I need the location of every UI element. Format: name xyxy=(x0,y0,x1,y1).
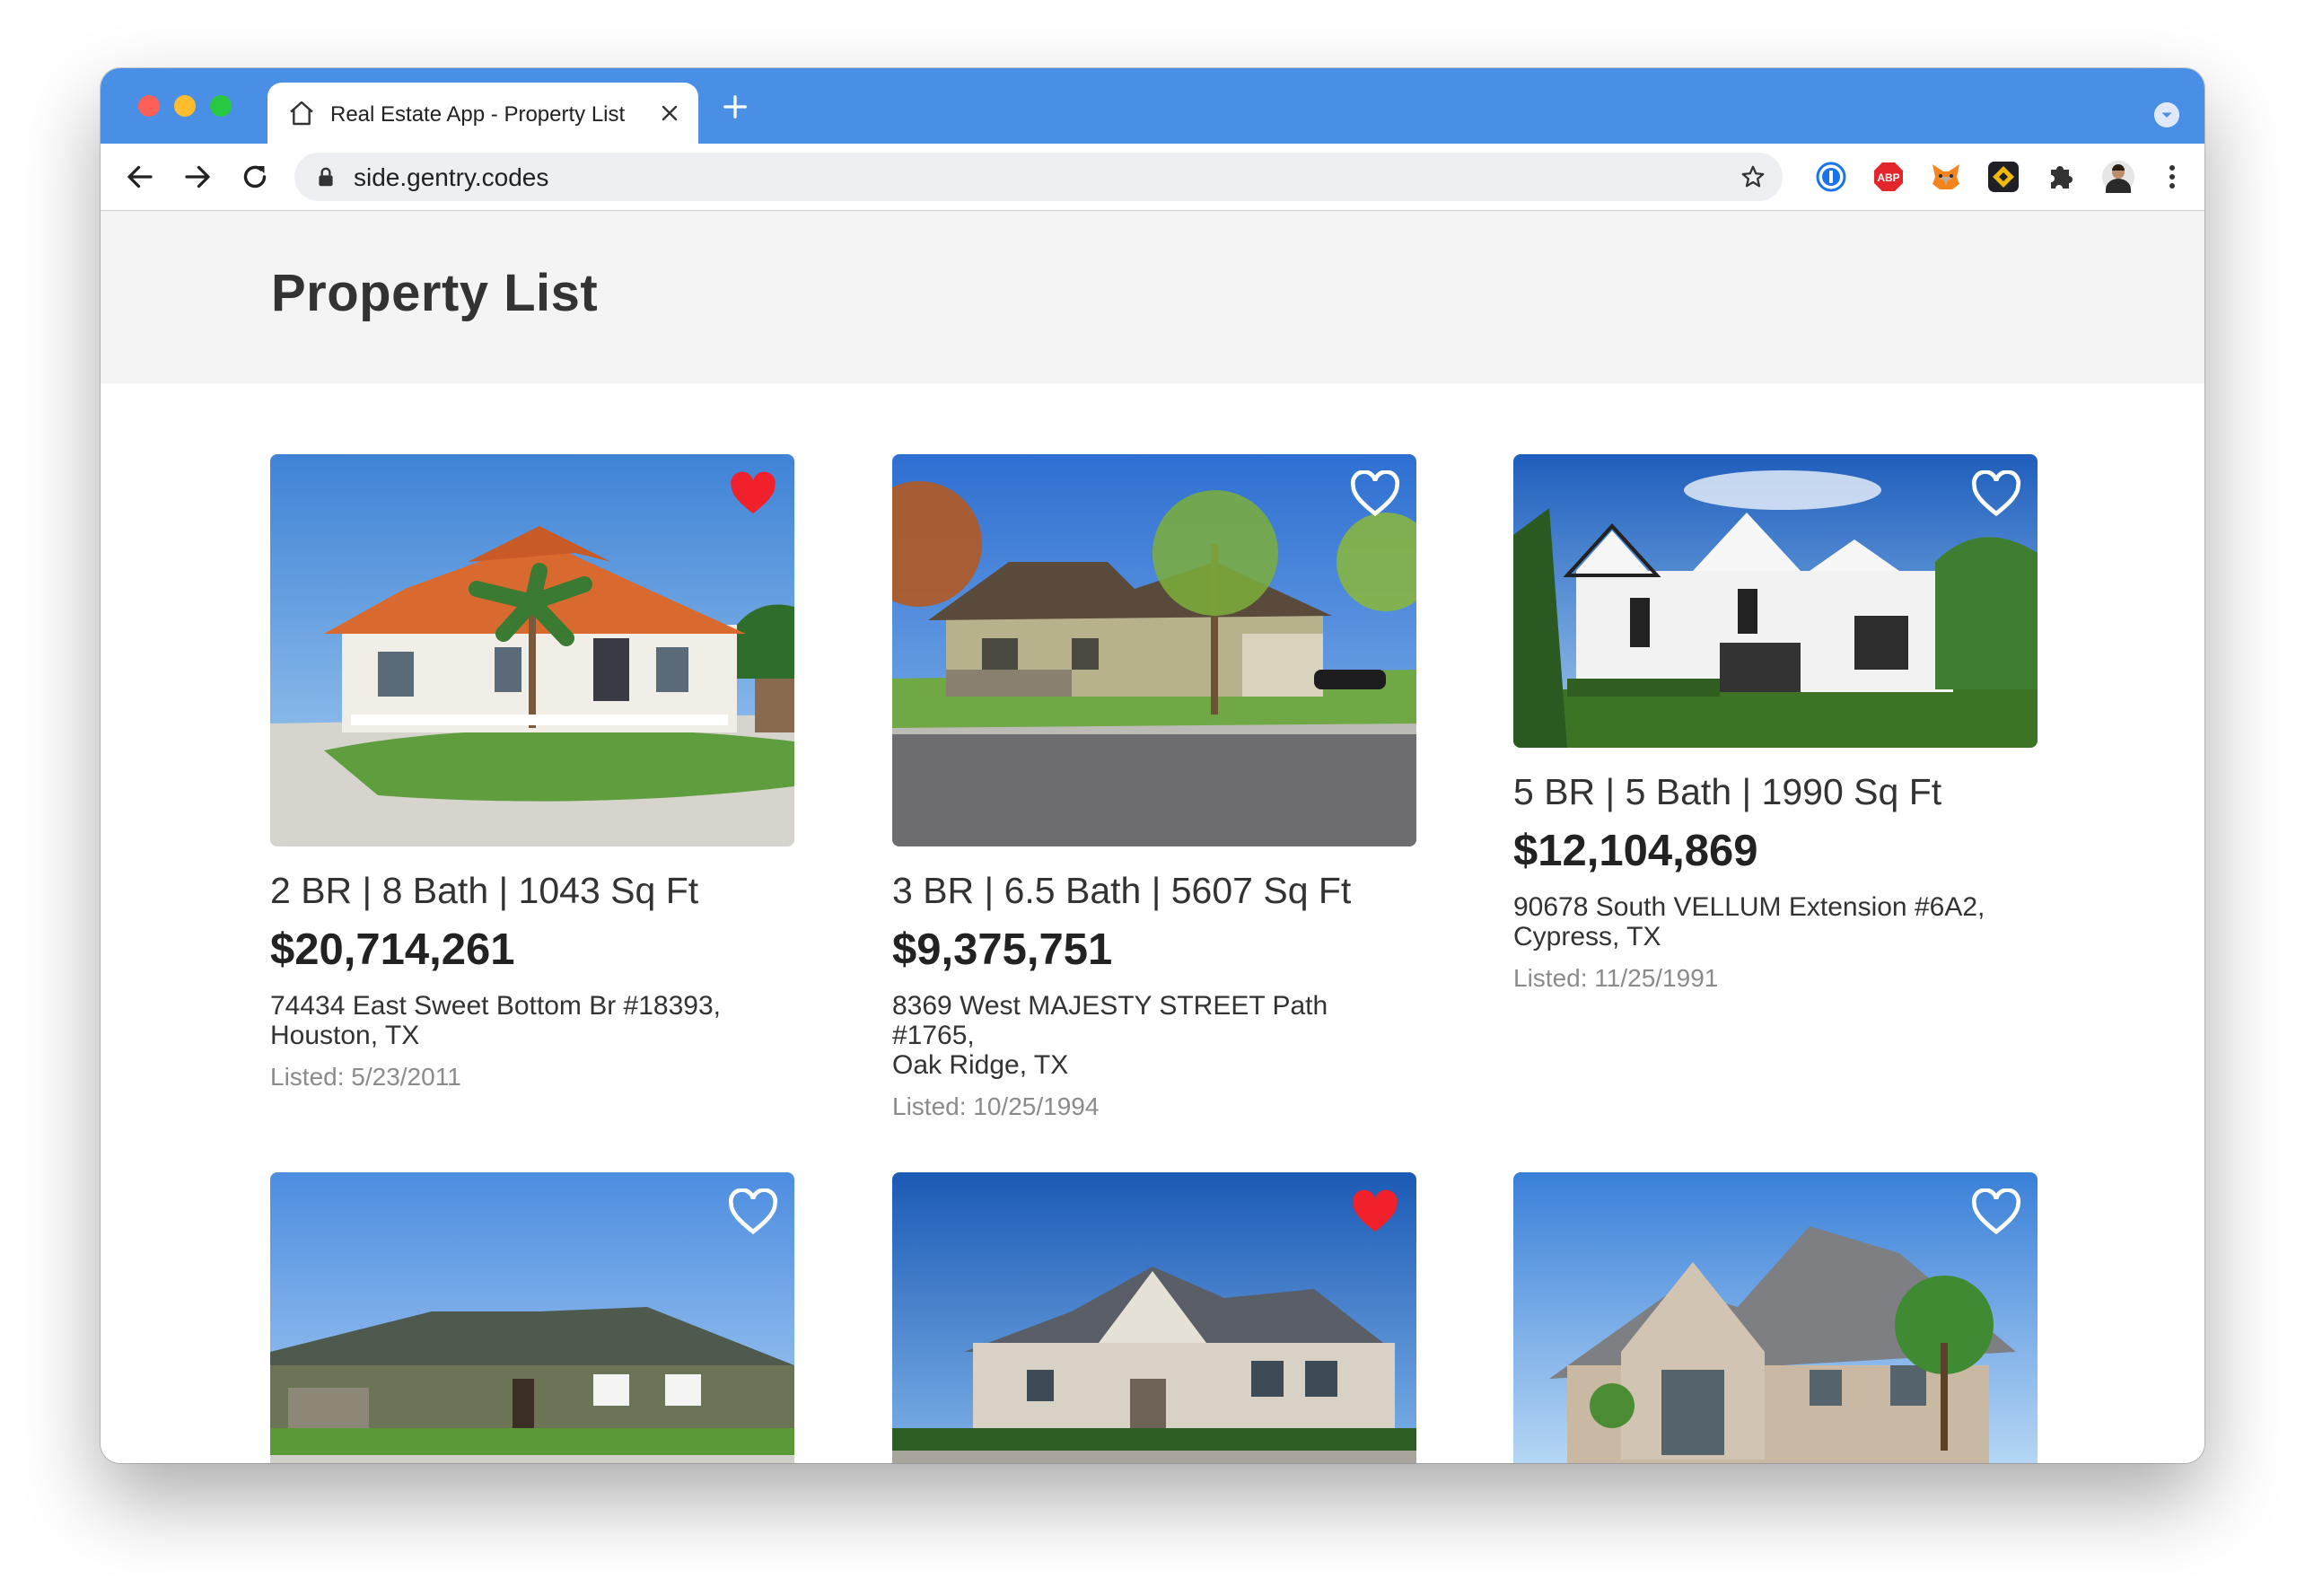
bookmark-star-icon[interactable] xyxy=(1740,163,1766,190)
listed-date: Listed: 5/23/2011 xyxy=(270,1063,461,1091)
back-arrow-icon[interactable] xyxy=(124,161,156,193)
favorite-heart-icon[interactable] xyxy=(728,470,778,517)
tab-search-icon[interactable] xyxy=(2154,102,2179,127)
puzzle-extensions-icon[interactable] xyxy=(2043,159,2079,195)
property-photo[interactable] xyxy=(270,1172,794,1463)
adblock-plus-icon[interactable]: ABP xyxy=(1871,159,1906,195)
property-price: $20,714,261 xyxy=(270,925,515,974)
listed-date: Listed: 11/25/1991 xyxy=(1513,964,1719,992)
home-icon xyxy=(290,101,313,126)
house-photo-6 xyxy=(1513,1172,2038,1463)
favorite-heart-outline-icon[interactable] xyxy=(728,1188,778,1235)
profile-avatar[interactable] xyxy=(2100,159,2136,195)
address-line-2: Cypress, TX xyxy=(1513,922,1661,951)
property-card[interactable]: 2 BR | 8 Bath | 1043 Sq Ft $20,714,261 7… xyxy=(270,454,794,1092)
property-photo[interactable] xyxy=(892,1172,1416,1463)
house-photo-5 xyxy=(892,1172,1416,1463)
page-title: Property List xyxy=(271,264,599,322)
property-card[interactable]: 5 BR | 5 Bath | 1990 Sq Ft $12,104,869 9… xyxy=(1513,454,2038,993)
minimize-window-button[interactable] xyxy=(174,95,196,117)
address-bar[interactable]: side.gentry.codes xyxy=(294,153,1783,201)
metamask-fox-icon[interactable] xyxy=(1928,159,1964,195)
favorite-heart-icon[interactable] xyxy=(1350,1188,1400,1235)
address-line-2: Houston, TX xyxy=(270,1021,420,1050)
property-price: $9,375,751 xyxy=(892,925,1113,974)
property-specs: 3 BR | 6.5 Bath | 5607 Sq Ft xyxy=(892,870,1352,911)
browser-tab-active[interactable]: Real Estate App - Property List xyxy=(267,83,698,144)
favorite-heart-outline-icon[interactable] xyxy=(1971,1188,2021,1235)
property-address: 74434 East Sweet Bottom Br #18393, Houst… xyxy=(270,991,794,1050)
adblock-plus-label: ABP xyxy=(1877,171,1899,184)
tab-strip: Real Estate App - Property List xyxy=(101,68,2204,144)
zoom-window-button[interactable] xyxy=(210,95,232,117)
reload-icon[interactable] xyxy=(239,161,271,193)
property-address: 8369 West MAJESTY STREET Path #1765, Oak… xyxy=(892,991,1416,1080)
url-text: side.gentry.codes xyxy=(354,163,549,191)
page-content: Property List 2 BR | 8 Bath | 1043 Sq Ft… xyxy=(101,211,2204,1463)
page-header: Property List xyxy=(101,211,2204,383)
property-card[interactable]: 3 BR | 6.5 Bath | 5607 Sq Ft $9,375,751 … xyxy=(892,454,1416,1121)
property-photo[interactable] xyxy=(1513,454,2038,748)
favorite-heart-outline-icon[interactable] xyxy=(1971,470,2021,517)
forward-arrow-icon[interactable] xyxy=(181,161,214,193)
new-tab-icon[interactable] xyxy=(722,93,749,120)
property-address: 90678 South VELLUM Extension #6A2, Cypre… xyxy=(1513,892,2038,951)
browser-window: Real Estate App - Property List side.gen… xyxy=(101,68,2204,1463)
lock-icon xyxy=(319,167,333,187)
close-window-button[interactable] xyxy=(138,95,160,117)
tab-title: Real Estate App - Property List xyxy=(330,102,626,127)
property-price: $12,104,869 xyxy=(1513,827,1758,875)
property-specs: 2 BR | 8 Bath | 1043 Sq Ft xyxy=(270,870,699,911)
property-photo[interactable] xyxy=(892,454,1416,846)
address-line-1: 74434 East Sweet Bottom Br #18393, xyxy=(270,991,721,1021)
house-photo-1 xyxy=(270,454,794,846)
property-card[interactable] xyxy=(892,1172,1416,1463)
property-specs: 5 BR | 5 Bath | 1990 Sq Ft xyxy=(1513,771,1942,812)
browser-menu-icon[interactable] xyxy=(2154,159,2190,195)
binance-wallet-icon[interactable] xyxy=(1985,159,2021,195)
property-card[interactable] xyxy=(1513,1172,2038,1463)
house-photo-2 xyxy=(892,454,1416,846)
address-line-2: Oak Ridge, TX xyxy=(892,1050,1069,1080)
close-tab-icon[interactable] xyxy=(659,102,680,124)
house-photo-3 xyxy=(1513,454,2038,748)
browser-toolbar: side.gentry.codes ABP xyxy=(101,144,2204,211)
property-photo[interactable] xyxy=(270,454,794,846)
address-line-1: 90678 South VELLUM Extension #6A2, xyxy=(1513,892,1985,922)
property-card[interactable] xyxy=(270,1172,794,1463)
listed-date: Listed: 10/25/1994 xyxy=(892,1092,1100,1120)
1password-icon[interactable] xyxy=(1813,159,1849,195)
address-line-1: 8369 West MAJESTY STREET Path #1765, xyxy=(892,991,1328,1050)
favorite-heart-outline-icon[interactable] xyxy=(1350,470,1400,517)
house-photo-4 xyxy=(270,1172,794,1463)
property-photo[interactable] xyxy=(1513,1172,2038,1463)
